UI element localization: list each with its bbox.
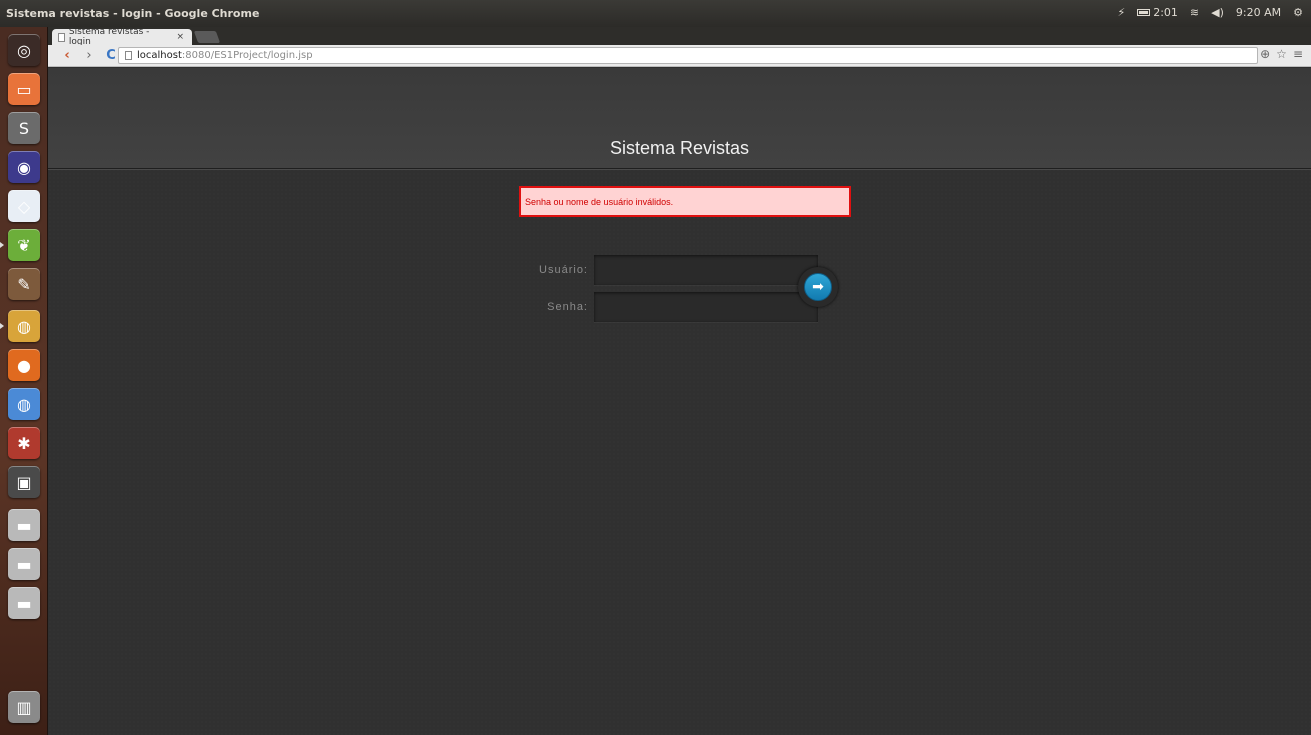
drive-icon: ▬ [8,587,40,619]
launcher-item[interactable]: ▬ [5,585,43,621]
ubuntu-dash-icon: ◎ [8,34,40,66]
login-page: Sistema Revistas Senha ou nome de usuári… [48,68,1311,735]
page-header: Sistema Revistas [48,68,1311,169]
new-tab-button[interactable] [193,31,221,43]
launcher-item[interactable]: ❦ [0,227,43,263]
window-title: Sistema revistas - login - Google Chrome [6,7,260,20]
battery-time: 2:01 [1153,6,1178,19]
close-icon[interactable]: × [176,32,184,42]
chromium-icon: ◍ [8,388,40,420]
running-indicator [0,242,4,248]
battery-indicator[interactable]: 2:01 [1137,6,1178,19]
page-icon [58,32,65,42]
files-icon: ▭ [8,73,40,105]
username-input[interactable] [594,255,818,285]
brush-tool-icon: ✎ [8,268,40,300]
network-manager-icon[interactable]: ⚡ [1117,6,1125,19]
wifi-icon[interactable]: ≋ [1190,6,1199,19]
launcher-item[interactable]: ◉ [5,149,43,185]
spring-tool-icon: ❦ [8,229,40,261]
launcher-item[interactable]: ✱ [5,425,43,461]
drive-icon: ▬ [8,509,40,541]
gear-icon[interactable]: ⚙ [1293,6,1303,19]
launcher-item[interactable]: ◍ [5,386,43,422]
page-icon [125,51,132,60]
password-input[interactable] [594,292,818,322]
launcher-item[interactable]: ▣ [5,464,43,500]
terminal-icon: ▣ [8,466,40,498]
error-message: Senha ou nome de usuário inválidos. [519,186,851,217]
launcher-item[interactable]: ▥ [5,689,43,725]
eclipse-icon: ◉ [8,151,40,183]
desktop: Sistema revistas - login - Google Chrome… [0,0,1311,735]
address-bar[interactable]: localhost:8080/ES1Project/login.jsp [118,47,1258,64]
indicator-area: ⚡ 2:01 ≋ ◀) 9:20 AM ⚙ [1117,6,1303,19]
launcher-item[interactable]: S [5,110,43,146]
sublime-text-icon: S [8,112,40,144]
submit-button-ring: ➡ [798,267,838,307]
tab-strip: Sistema revistas - login × [48,27,1311,47]
mysql-workbench-icon: ◇ [8,190,40,222]
zoom-icon[interactable]: ⊕ [1260,47,1270,61]
browser-toolbar: ‹ › C localhost:8080/ES1Project/login.js… [48,45,1311,67]
launcher-item[interactable]: ◍ [0,308,43,344]
top-panel: Sistema revistas - login - Google Chrome… [0,0,1311,27]
system-settings-icon: ✱ [8,427,40,459]
back-arrow-icon[interactable]: ‹ [60,48,74,64]
drive-icon: ▬ [8,548,40,580]
forward-arrow-icon[interactable]: › [82,48,96,64]
tab-login[interactable]: Sistema revistas - login × [52,27,192,47]
launcher-item[interactable]: ✎ [5,266,43,302]
chrome-icon: ◍ [8,310,40,342]
trash-icon: ▥ [8,691,40,723]
url-host: localhost [137,50,182,61]
bookmark-star-icon[interactable]: ☆ [1276,47,1287,61]
running-indicator [0,323,4,329]
clock[interactable]: 9:20 AM [1236,6,1281,19]
password-label: Senha: [547,301,588,313]
battery-icon [1137,9,1151,16]
firefox-icon: ● [8,349,40,381]
tab-title: Sistema revistas - login [68,27,150,47]
username-label: Usuário: [539,264,588,276]
toolbar-right-icons: ⊕ ☆ ≡ [1260,47,1303,61]
url-path: :8080/ES1Project/login.jsp [181,50,313,61]
launcher-item[interactable]: ◇ [5,188,43,224]
launcher-item[interactable]: ◎ [5,32,43,68]
launcher-item[interactable]: ▬ [5,507,43,543]
chrome-window: Sistema revistas - login × ‹ › C localho… [48,27,1311,735]
launcher-item[interactable]: ● [5,347,43,383]
launcher-item[interactable]: ▬ [5,546,43,582]
menu-icon[interactable]: ≡ [1293,47,1303,61]
arrow-right-icon: ➡ [812,279,824,295]
launcher-item[interactable]: ▭ [5,71,43,107]
page-title: Sistema Revistas [609,138,750,158]
unity-launcher: ◎ ▭ S ◉ ◇ ❦ ✎ ◍ ● ◍ ✱ ▣ ▬ ▬ ▬ ▥ [0,27,48,735]
reload-icon[interactable]: C [104,48,118,64]
login-submit-button[interactable]: ➡ [804,273,832,301]
volume-icon[interactable]: ◀) [1211,6,1224,19]
